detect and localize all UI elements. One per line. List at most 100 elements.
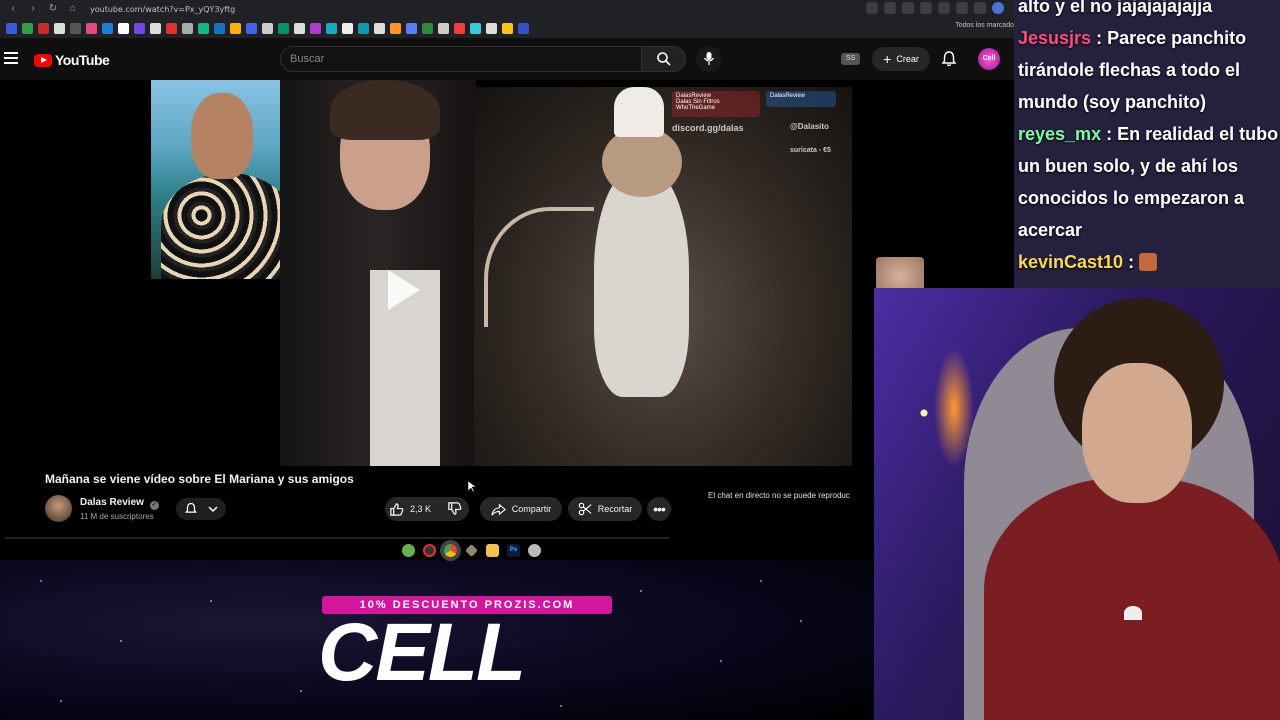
- bookmark-icon[interactable]: [214, 22, 225, 34]
- chat-message: reyes_mx : En realidad el tubo un buen s…: [1018, 118, 1280, 246]
- chat-username: Jesusjrs: [1018, 28, 1092, 48]
- voice-search-button[interactable]: [696, 46, 722, 72]
- bookmark-icon[interactable]: [438, 22, 449, 34]
- stream-chat-panel: alto y el no jajajajajajja Jesusjrs : Pa…: [1014, 0, 1280, 288]
- bookmark-icon[interactable]: [86, 22, 97, 34]
- bookmark-icon[interactable]: [198, 22, 209, 34]
- bookmark-icon[interactable]: [486, 22, 497, 34]
- streamer-webcam: [874, 288, 1280, 720]
- bookmark-icon[interactable]: [358, 22, 369, 34]
- extension-icon[interactable]: [920, 2, 932, 14]
- search-button[interactable]: [642, 46, 686, 72]
- share-button[interactable]: Compartir: [480, 497, 562, 521]
- more-actions-button[interactable]: •••: [647, 497, 671, 521]
- account-avatar[interactable]: Cell: [978, 48, 1000, 70]
- browser-toolbar: ‹ › ↻ ⌂ youtube.com/watch?v=Px_yQY3yftg: [0, 0, 1014, 38]
- live-chat-notice: El chat en directo no se puede reproduc: [708, 491, 850, 500]
- like-count: 2,3 K: [410, 504, 432, 514]
- ss-badge[interactable]: SS: [841, 53, 860, 65]
- back-icon[interactable]: ‹: [6, 2, 20, 16]
- bookmark-icon[interactable]: [134, 22, 145, 34]
- bookmark-icon[interactable]: [406, 22, 417, 34]
- bookmark-icon[interactable]: [326, 22, 337, 34]
- bookmark-icon[interactable]: [54, 22, 65, 34]
- bell-icon: [185, 502, 197, 513]
- bookmark-icon[interactable]: [118, 22, 129, 34]
- channel-name[interactable]: Dalas Review ✓: [80, 497, 159, 510]
- promo-cell-logo: CELL: [318, 607, 526, 698]
- bookmark-icon[interactable]: [6, 22, 17, 34]
- bookmark-icon[interactable]: [150, 22, 161, 34]
- forward-icon[interactable]: ›: [26, 2, 40, 16]
- chat-text: alto y el no jajajajajajja: [1018, 0, 1213, 16]
- bookmark-icon[interactable]: [102, 22, 113, 34]
- bell-icon[interactable]: [940, 50, 958, 68]
- bookmark-icon[interactable]: [470, 22, 481, 34]
- more-icon: •••: [653, 501, 666, 517]
- bookmark-icon[interactable]: [166, 22, 177, 34]
- play-icon[interactable]: [388, 270, 420, 310]
- emote-icon: [1139, 253, 1158, 271]
- dislike-icon: [448, 502, 462, 515]
- like-button[interactable]: 2,3 K: [389, 502, 431, 517]
- subscriber-count: 11 M de suscriptores: [80, 512, 154, 521]
- bookmark-icon[interactable]: [294, 22, 305, 34]
- plus-icon: +: [883, 51, 892, 67]
- bookmark-icon[interactable]: [230, 22, 241, 34]
- bookmark-icon[interactable]: [518, 22, 529, 34]
- bookmark-icon[interactable]: [342, 22, 353, 34]
- photoshop-icon[interactable]: Ps: [507, 543, 520, 557]
- all-bookmarks-link[interactable]: Todos los marcado: [955, 22, 1014, 29]
- menu-icon[interactable]: [4, 52, 18, 64]
- divider: [5, 537, 669, 539]
- bookmark-icon[interactable]: [246, 22, 257, 34]
- zoom-icon[interactable]: [866, 2, 878, 14]
- channel-avatar[interactable]: [45, 495, 72, 522]
- share-page-icon[interactable]: [884, 2, 896, 14]
- folder-icon[interactable]: [486, 543, 499, 557]
- video-title: Mañana se viene vídeo sobre El Mariana y…: [45, 472, 354, 486]
- clip-button[interactable]: Recortar: [568, 497, 642, 521]
- app-icon[interactable]: [423, 543, 436, 557]
- bookmark-icon[interactable]: [38, 22, 49, 34]
- app-icon[interactable]: [528, 543, 541, 557]
- chat-message: kevinCast10 :: [1018, 246, 1280, 278]
- address-bar[interactable]: youtube.com/watch?v=Px_yQY3yftg: [90, 5, 235, 14]
- overlay-instagram-text: @Dalasito: [790, 122, 829, 131]
- bookmark-icon[interactable]: [310, 22, 321, 34]
- bookmark-icon[interactable]: [374, 22, 385, 34]
- youtube-logo[interactable]: YouTube: [34, 52, 110, 68]
- home-icon[interactable]: ⌂: [66, 2, 80, 16]
- bookmark-icon[interactable]: [70, 22, 81, 34]
- subscription-bell-button[interactable]: [176, 498, 226, 520]
- dislike-button[interactable]: [447, 501, 462, 518]
- bookmark-icon[interactable]: [278, 22, 289, 34]
- taskbar: Ps: [396, 541, 581, 559]
- star-icon[interactable]: [902, 2, 914, 14]
- chevron-down-icon: [208, 506, 218, 513]
- search-input[interactable]: [281, 47, 641, 71]
- reload-icon[interactable]: ↻: [46, 2, 60, 16]
- bookmark-icon[interactable]: [454, 22, 465, 34]
- bookmark-icon[interactable]: [182, 22, 193, 34]
- bookmarks-bar: [6, 22, 1006, 34]
- like-dislike-group: 2,3 K: [385, 497, 469, 521]
- app-icon[interactable]: [402, 543, 415, 557]
- share-label: Compartir: [511, 504, 552, 514]
- bookmark-icon[interactable]: [390, 22, 401, 34]
- overlay-discord-text: discord.gg/dalas: [672, 123, 744, 133]
- bookmark-icon[interactable]: [262, 22, 273, 34]
- bookmark-icon[interactable]: [422, 22, 433, 34]
- app-icon[interactable]: [465, 543, 478, 557]
- chrome-icon[interactable]: [444, 543, 457, 557]
- bookmark-icon[interactable]: [22, 22, 33, 34]
- chat-message: alto y el no jajajajajajja: [1018, 0, 1280, 22]
- video-player[interactable]: DalasReview Dalas Sin Filtros WhoTheGame…: [0, 80, 874, 466]
- video-person-image: [280, 80, 476, 466]
- profile-icon[interactable]: [992, 2, 1004, 14]
- extension-icon[interactable]: [956, 2, 968, 14]
- create-button[interactable]: + Crear: [872, 47, 930, 71]
- bookmark-icon[interactable]: [502, 22, 513, 34]
- puzzle-icon[interactable]: [974, 2, 986, 14]
- extension-icon[interactable]: [938, 2, 950, 14]
